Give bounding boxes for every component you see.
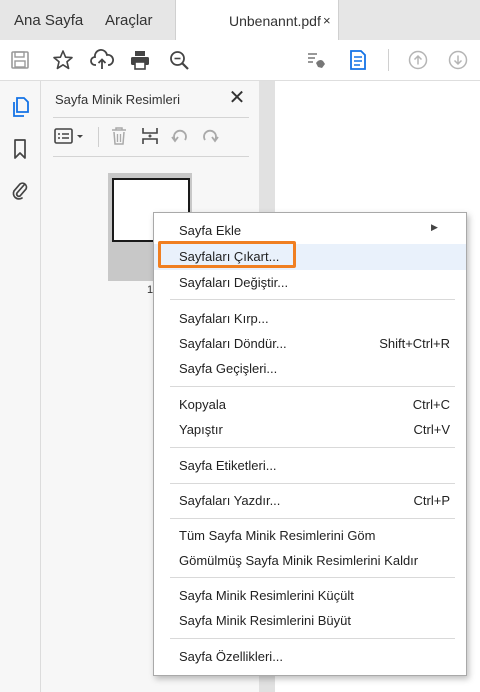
main-toolbar (0, 40, 480, 81)
tab-home[interactable]: Ana Sayfa (14, 0, 83, 40)
tab-close-icon[interactable]: × (323, 0, 331, 42)
menu-item-shortcut: Ctrl+P (413, 493, 450, 508)
panel-divider (53, 117, 249, 118)
menu-item-copy[interactable]: Kopyala Ctrl+C (154, 392, 466, 418)
menu-item-shortcut: Shift+Ctrl+R (379, 336, 450, 351)
menu-item-replace-pages[interactable]: Sayfaları Değiştir... (154, 270, 466, 296)
menu-separator (170, 577, 455, 578)
menu-item-paste[interactable]: Yapıştır Ctrl+V (154, 417, 466, 443)
delete-icon[interactable] (107, 124, 131, 148)
menu-item-embed-thumbnails[interactable]: Tüm Sayfa Minik Resimlerini Göm (154, 523, 466, 549)
panel-close-icon[interactable]: ✕ (227, 87, 247, 109)
menu-item-page-properties[interactable]: Sayfa Özellikleri... (154, 644, 466, 670)
menu-item-crop-pages[interactable]: Sayfaları Kırp... (154, 306, 466, 332)
menu-item-label: Sayfa Minik Resimlerini Küçült (179, 588, 354, 603)
menu-separator (170, 386, 455, 387)
cloud-upload-icon[interactable] (89, 47, 115, 73)
redo-icon[interactable] (198, 124, 222, 148)
context-menu: Sayfa Ekle ▶ Sayfaları Çıkart... Sayfala… (153, 212, 467, 676)
menu-separator (170, 518, 455, 519)
toolbar-separator (388, 49, 389, 71)
menu-item-label: Sayfaları Değiştir... (179, 275, 289, 290)
menu-item-enlarge-thumbnails[interactable]: Sayfa Minik Resimlerini Büyüt (154, 608, 466, 634)
menu-item-shortcut: Ctrl+C (412, 397, 450, 412)
menu-item-label: Sayfaları Döndür... (179, 336, 287, 351)
menu-item-label: Sayfa Geçişleri... (179, 361, 278, 376)
menu-item-rotate-pages[interactable]: Sayfaları Döndür... Shift+Ctrl+R (154, 331, 466, 357)
menu-separator (170, 299, 455, 300)
menu-item-extract-pages[interactable]: Sayfaları Çıkart... (154, 241, 466, 270)
menu-item-page-labels[interactable]: Sayfa Etiketleri... (154, 453, 466, 479)
menu-separator (170, 447, 455, 448)
page-thumbnail-icon[interactable] (345, 47, 371, 73)
undo-icon[interactable] (168, 124, 192, 148)
menu-item-label: Sayfa Özellikleri... (179, 649, 284, 664)
menu-item-page-transitions[interactable]: Sayfa Geçişleri... (154, 356, 466, 382)
print-icon[interactable] (127, 47, 153, 73)
bookmark-star-icon[interactable] (50, 47, 76, 73)
submenu-arrow-icon: ▶ (431, 222, 438, 232)
menu-separator (170, 638, 455, 639)
menu-item-label: Sayfa Minik Resimlerini Büyüt (179, 613, 351, 628)
menu-item-shortcut: Ctrl+V (413, 422, 450, 437)
options-menu-icon[interactable] (53, 124, 87, 148)
tab-document[interactable]: Unbenannt.pdf × (175, 0, 339, 40)
menu-item-remove-embedded-thumbnails[interactable]: Gömülmüş Sayfa Minik Resimlerini Kaldır (154, 548, 466, 574)
tab-bar: Ana Sayfa Araçlar Unbenannt.pdf × (0, 0, 480, 40)
menu-item-reduce-thumbnails[interactable]: Sayfa Minik Resimlerini Küçült (154, 583, 466, 609)
tab-document-title: Unbenannt.pdf (229, 13, 321, 29)
page-thumbnails-rail-icon[interactable] (8, 95, 32, 119)
tab-tools[interactable]: Araçlar (105, 0, 153, 40)
panel-divider (53, 156, 249, 157)
page-down-icon[interactable] (445, 47, 471, 73)
zoom-icon[interactable] (166, 47, 192, 73)
menu-item-label: Gömülmüş Sayfa Minik Resimlerini Kaldır (179, 553, 419, 568)
menu-item-print-pages[interactable]: Sayfaları Yazdır... Ctrl+P (154, 488, 466, 514)
menu-item-label: Kopyala (179, 397, 226, 412)
menu-item-label: Sayfa Etiketleri... (179, 458, 277, 473)
menu-item-label: Sayfa Ekle (179, 223, 242, 238)
menu-item-label: Yapıştır (179, 422, 223, 437)
menu-item-label: Tüm Sayfa Minik Resimlerini Göm (179, 528, 376, 543)
menu-item-label: Sayfaları Kırp... (179, 311, 269, 326)
bookmark-icon[interactable] (8, 137, 32, 161)
sign-icon[interactable] (304, 47, 330, 73)
save-icon[interactable] (7, 47, 33, 73)
attachment-icon[interactable] (8, 178, 32, 202)
menu-separator (170, 483, 455, 484)
panel-toolbar-separator (98, 127, 99, 147)
highlight-outline (158, 241, 296, 268)
navigation-rail (0, 81, 41, 692)
insert-page-icon[interactable] (138, 124, 162, 148)
menu-item-label: Sayfaları Yazdır... (179, 493, 281, 508)
page-up-icon[interactable] (405, 47, 431, 73)
panel-title: Sayfa Minik Resimleri (55, 92, 180, 107)
